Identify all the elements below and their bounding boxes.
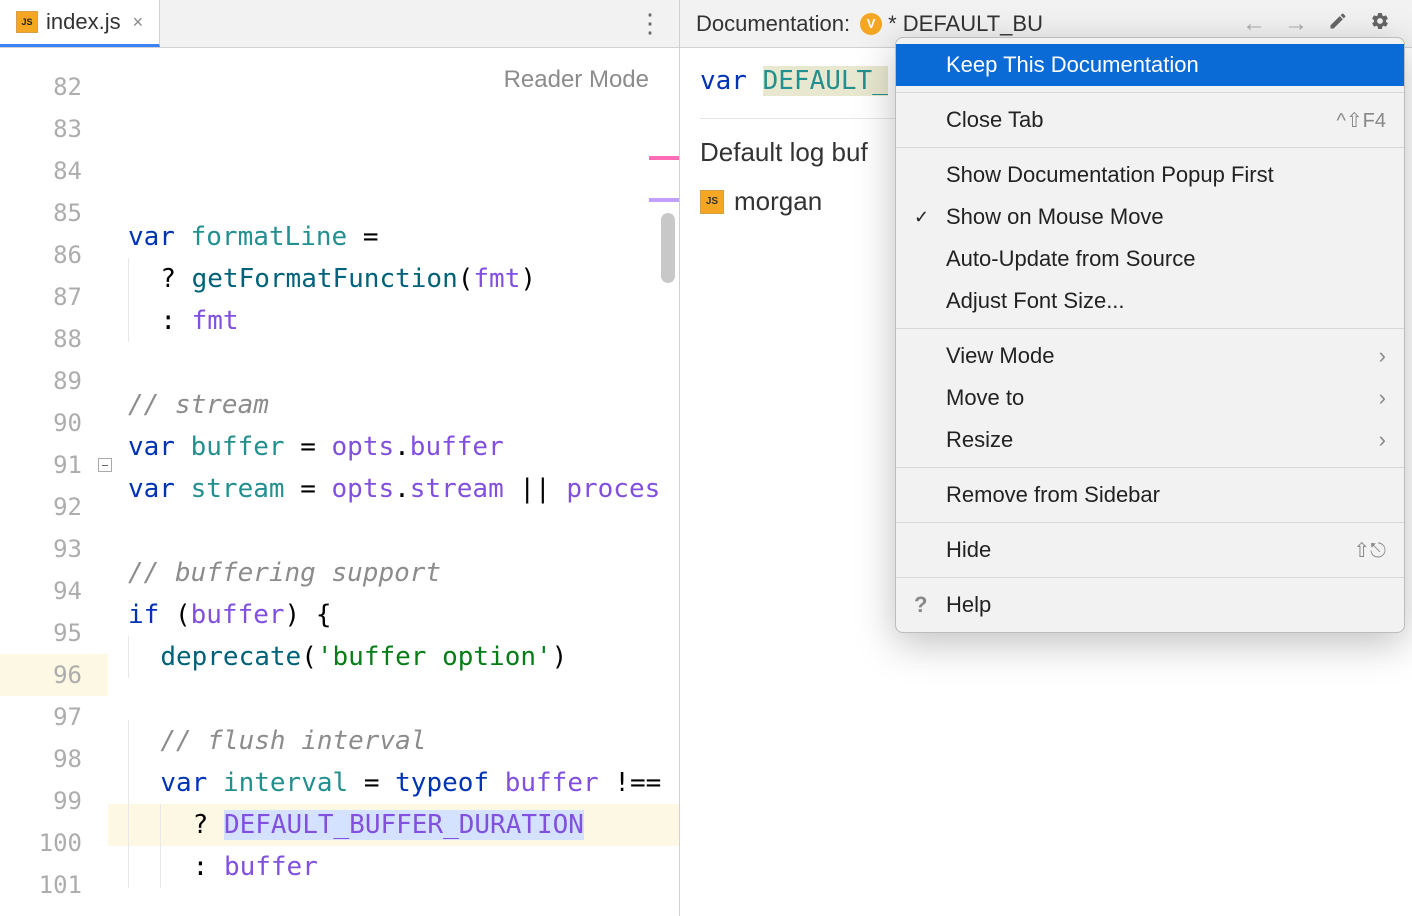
code-line[interactable]: // buffering support [108,552,679,594]
code-line[interactable]: if (buffer) { [108,594,679,636]
menu-separator [896,467,1404,468]
tab-overflow-button[interactable]: ⋮ [619,0,679,47]
line-number: 95 [0,612,108,654]
marker-stripe [649,198,679,202]
line-number: 90 [0,402,108,444]
menu-item[interactable]: Remove from Sidebar [896,474,1404,516]
check-icon: ✓ [914,207,929,228]
menu-separator [896,328,1404,329]
nav-back-button[interactable]: ← [1238,10,1270,38]
menu-item-label: Show on Mouse Move [946,204,1164,230]
menu-item[interactable]: Hide ⇧⎋ [896,529,1404,571]
menu-item-label: Hide [946,537,991,563]
js-file-icon [16,11,38,33]
line-number: 94 [0,570,108,612]
marker-stripe [649,156,679,160]
help-icon: ? [914,592,927,618]
code-line[interactable]: ? getFormatFunction(fmt) [108,258,679,300]
chevron-right-icon: › [1379,385,1386,411]
menu-separator [896,522,1404,523]
code-line[interactable]: : fmt [108,300,679,342]
code-area[interactable]: var formatLine = ? getFormatFunction(fmt… [108,48,679,916]
code-line[interactable]: // stream [108,384,679,426]
code-line[interactable]: ? DEFAULT_BUFFER_DURATION [108,804,679,846]
line-number: 88 [0,318,108,360]
line-number: 98 [0,738,108,780]
menu-item-label: Remove from Sidebar [946,482,1160,508]
line-number: 85 [0,192,108,234]
line-number: 92 [0,486,108,528]
code-line[interactable]: : buffer [108,846,679,888]
menu-item[interactable]: Auto-Update from Source [896,238,1404,280]
code-line[interactable] [108,888,679,916]
nav-forward-button[interactable]: → [1280,10,1312,38]
menu-item[interactable]: Show Documentation Popup First [896,154,1404,196]
line-number: 89 [0,360,108,402]
breadcrumb-text: * DEFAULT_BU [888,11,1043,37]
code-line[interactable]: var formatLine = [108,216,679,258]
documentation-breadcrumb[interactable]: V * DEFAULT_BU [860,11,1228,37]
line-number: 101 [0,864,108,906]
menu-item-label: Close Tab [946,107,1043,133]
code-line[interactable] [108,342,679,384]
menu-item-label: Keep This Documentation [946,52,1199,78]
menu-item[interactable]: ✓ Show on Mouse Move [896,196,1404,238]
menu-shortcut: ⇧⎋ [1353,538,1386,563]
menu-item[interactable]: View Mode › [896,335,1404,377]
editor-tab-bar: index.js × ⋮ [0,0,679,48]
editor-tab[interactable]: index.js × [0,0,160,47]
code-line[interactable]: // flush interval [108,720,679,762]
line-number: 91 [0,444,108,486]
menu-item[interactable]: Adjust Font Size... [896,280,1404,322]
menu-item[interactable]: ? Help [896,584,1404,626]
module-name: morgan [734,186,822,217]
documentation-context-menu[interactable]: Keep This Documentation Close Tab ^⇧F4 Show… [895,37,1405,633]
menu-shortcut: ^⇧F4 [1337,108,1386,133]
menu-item-label: Resize [946,427,1013,453]
code-line[interactable]: var stream = opts.stream || proces [108,468,679,510]
line-number: 99 [0,780,108,822]
menu-item-label: Move to [946,385,1024,411]
code-editor[interactable]: Reader Mode 8283848586878889909192939495… [0,48,679,916]
reader-mode-label: Reader Mode [498,66,655,94]
menu-separator [896,92,1404,93]
line-number: 93 [0,528,108,570]
line-number-gutter: 8283848586878889909192939495969798991001… [0,48,108,916]
line-number: 83 [0,108,108,150]
variable-badge-icon: V [860,13,882,35]
gear-icon[interactable] [1364,11,1396,37]
edit-icon[interactable] [1322,11,1354,37]
code-line[interactable]: var buffer = opts.buffer [108,426,679,468]
js-file-icon [700,190,724,214]
menu-item-label: Help [946,592,991,618]
documentation-title: Documentation: [696,11,850,37]
line-number: 84 [0,150,108,192]
line-number: 86 [0,234,108,276]
menu-item[interactable]: Move to › [896,377,1404,419]
chevron-right-icon: › [1379,427,1386,453]
chevron-right-icon: › [1379,343,1386,369]
menu-separator [896,147,1404,148]
line-number: 96 [0,654,108,696]
menu-item-label: Auto-Update from Source [946,246,1195,272]
editor-pane: index.js × ⋮ Reader Mode 828384858687888… [0,0,680,916]
tab-filename: index.js [46,9,121,35]
menu-item[interactable]: Close Tab ^⇧F4 [896,99,1404,141]
line-number: 82 [0,66,108,108]
close-icon[interactable]: × [133,12,144,33]
code-line[interactable]: var interval = typeof buffer !== [108,762,679,804]
menu-item-label: Adjust Font Size... [946,288,1125,314]
line-number: 87 [0,276,108,318]
code-line[interactable]: deprecate('buffer option') [108,636,679,678]
code-line[interactable] [108,510,679,552]
code-line[interactable] [108,678,679,720]
menu-item-label: View Mode [946,343,1054,369]
line-number: 97 [0,696,108,738]
menu-item[interactable]: Keep This Documentation [896,44,1404,86]
menu-separator [896,577,1404,578]
line-number: 100 [0,822,108,864]
menu-item-label: Show Documentation Popup First [946,162,1274,188]
menu-item[interactable]: Resize › [896,419,1404,461]
